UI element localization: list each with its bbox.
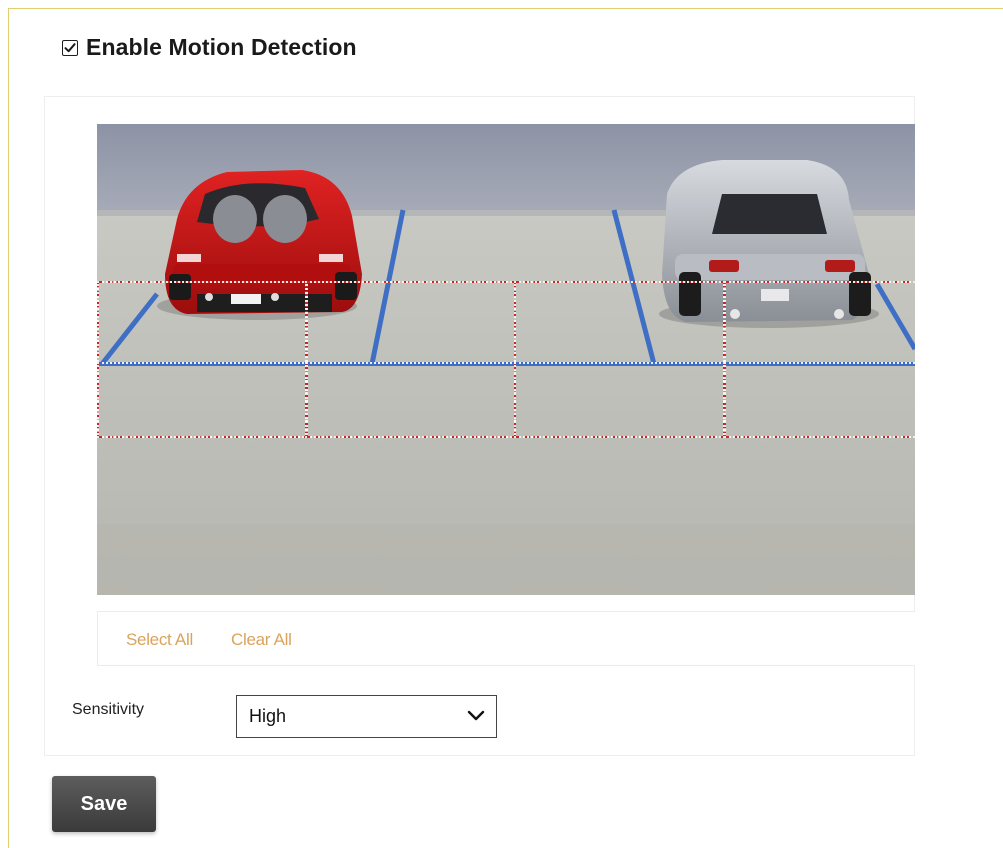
grid-cell-r2-c2[interactable]: [305, 362, 516, 438]
grid-cell-r2-c1[interactable]: [97, 362, 308, 438]
enable-motion-detection-label[interactable]: Enable Motion Detection: [86, 34, 357, 61]
clear-all-link[interactable]: Clear All: [231, 630, 292, 650]
camera-preview: [97, 124, 915, 595]
grid-cell-r2-c4[interactable]: [724, 362, 915, 438]
select-all-link[interactable]: Select All: [126, 630, 193, 650]
checkmark-icon: [64, 42, 76, 52]
save-button[interactable]: Save: [52, 776, 156, 832]
grid-cell-r2-c3[interactable]: [514, 362, 725, 438]
sensitivity-label: Sensitivity: [72, 701, 145, 718]
sensitivity-selected-value: High: [249, 706, 287, 726]
sensitivity-select[interactable]: High: [236, 695, 497, 738]
grid-action-bar: Select All Clear All: [97, 611, 915, 666]
enable-motion-detection-checkbox[interactable]: [62, 39, 78, 56]
chevron-down-icon: [467, 710, 485, 721]
enable-motion-detection-row[interactable]: Enable Motion Detection: [62, 34, 357, 61]
